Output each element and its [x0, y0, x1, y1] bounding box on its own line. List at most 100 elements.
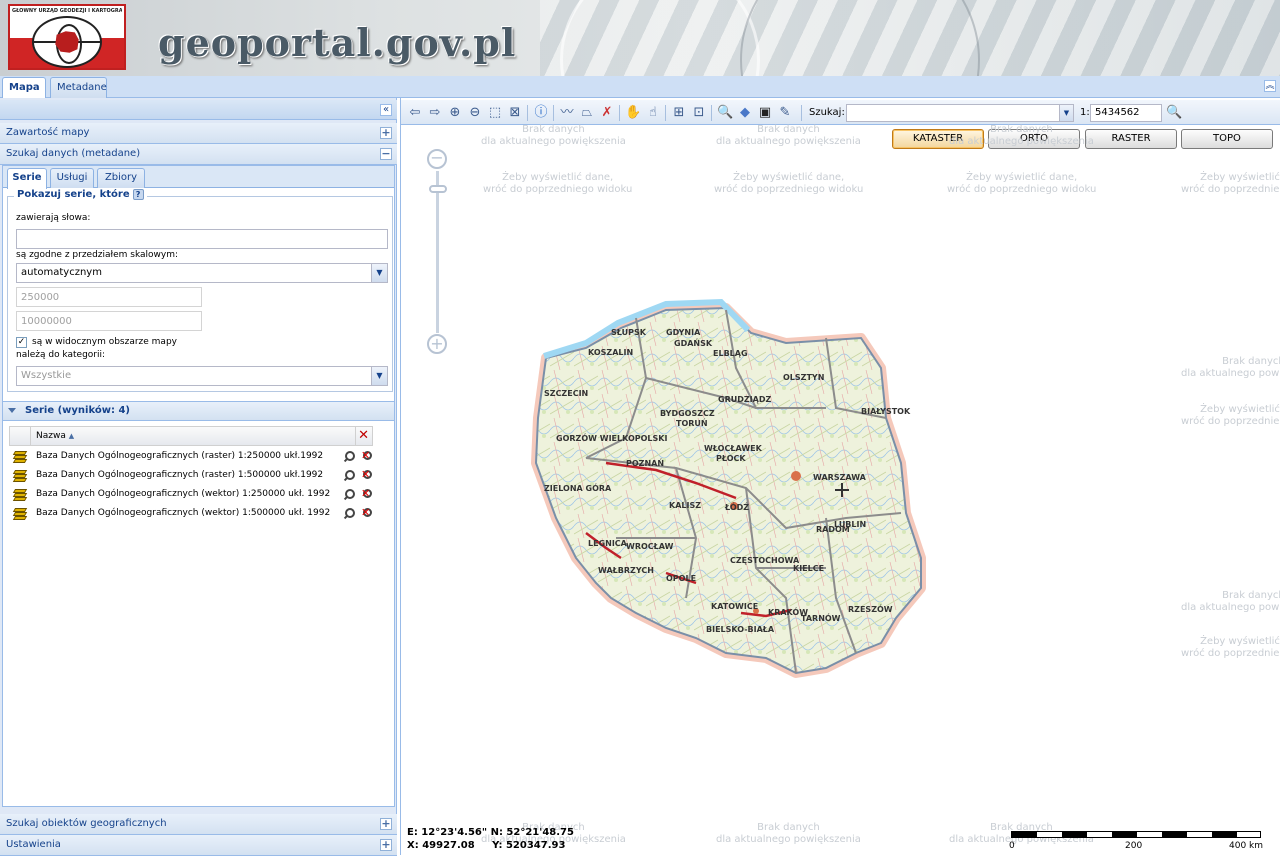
layer-topo-button[interactable]: TOPO	[1181, 129, 1273, 149]
accordion-map-contents[interactable]: Zawartość mapy +	[0, 123, 397, 144]
xy-coordinates: X: 49927.08 Y: 520347.93	[407, 840, 566, 851]
print-pen-icon[interactable]: ✎	[777, 105, 793, 121]
collapse-triangle-icon[interactable]	[8, 408, 16, 413]
tab-mapa[interactable]: Mapa	[2, 77, 46, 99]
collapse-left-icon[interactable]: «	[380, 104, 392, 116]
zoom-to-icon[interactable]	[343, 508, 355, 519]
category-select[interactable]: Wszystkie ▼	[16, 366, 388, 386]
3d-view-icon[interactable]: ◆	[737, 105, 753, 121]
help-icon[interactable]: ?	[132, 189, 144, 200]
city-label: RZESZÓW	[848, 603, 893, 614]
collapse-header-icon[interactable]: ︽	[1264, 80, 1276, 92]
column-name-header[interactable]: Nazwa ▲	[30, 427, 356, 445]
back-view-notice: Żeby wyświetlić dane,wróć do poprzednieg…	[947, 172, 1097, 195]
zoom-out-icon[interactable]: ⊖	[467, 105, 483, 121]
zoom-to-icon[interactable]	[343, 489, 355, 500]
tab-metadane[interactable]: Metadane	[50, 77, 107, 98]
city-label: KALISZ	[669, 501, 701, 510]
chevron-down-icon[interactable]: ▼	[371, 367, 387, 385]
accordion-search-data[interactable]: Szukaj danych (metadane) −	[0, 144, 397, 165]
save-icon[interactable]: ▣	[757, 105, 773, 121]
measure-area-icon[interactable]: ⏢	[579, 105, 595, 121]
series-name: Baza Danych Ogólnogeograficznych (wektor…	[36, 489, 331, 499]
full-extent-icon[interactable]: ⊠	[507, 105, 523, 121]
no-data-notice: Brak danychdla aktualnego powiększenia	[716, 822, 861, 845]
results-header[interactable]: Serie (wyników: 4)	[3, 401, 394, 421]
scale-max-input[interactable]	[16, 311, 202, 331]
poland-map[interactable]: SŁUPSK GDYNIA GDAŃSK KOSZALIN ELBLĄG OLS…	[526, 298, 946, 688]
city-label: GORZÓW WIELKOPOLSKI	[556, 432, 667, 443]
city-label: OLSZTYN	[783, 373, 824, 382]
table-row[interactable]: Baza Danych Ogólnogeograficznych (raster…	[9, 467, 373, 486]
measure-line-icon[interactable]: 〰	[559, 105, 575, 121]
zoom-in-button[interactable]: +	[427, 334, 447, 354]
back-view-notice: Żeby wyświetlić dane,wróć do poprzednieg…	[1181, 172, 1280, 195]
chevron-down-icon[interactable]: ▼	[371, 264, 387, 282]
column-name-label: Nazwa	[36, 431, 66, 441]
search-data-panel: Serie Usługi Zbiory Pokazuj serie, które…	[2, 165, 395, 807]
info-icon[interactable]: ⓘ	[533, 105, 549, 121]
map-toolbar: ⇦ ⇨ ⊕ ⊖ ⬚ ⊠ ⓘ 〰 ⏢ ✗ ✋ ☝ ⊞ ⊡ 🔍 ◆ ▣ ✎ Szuk…	[401, 100, 1280, 125]
expand-icon[interactable]: +	[380, 818, 392, 830]
remove-zoom-icon[interactable]	[360, 506, 373, 520]
layers-icon	[12, 451, 28, 463]
tab-zbiory[interactable]: Zbiory	[97, 168, 145, 188]
city-label: GRUDZIĄDZ	[718, 395, 771, 404]
filter-fieldset: Pokazuj serie, które? zawierają słowa: s…	[7, 189, 393, 392]
scale-mode-select[interactable]: automatycznym ▼	[16, 263, 388, 283]
toolbar-separator	[527, 105, 528, 121]
city-label: PŁOCK	[716, 454, 746, 463]
site-title: geoportal.gov.pl	[158, 20, 517, 65]
remove-zoom-icon[interactable]	[360, 487, 373, 501]
no-data-notice: Brak danychdla aktualnego powiększenia	[716, 124, 861, 147]
zoom-to-icon[interactable]	[343, 470, 355, 481]
gugik-logo[interactable]: GŁÓWNY URZĄD GEODEZJI I KARTOGRAFII	[8, 4, 126, 70]
scale-go-icon[interactable]: 🔍	[1166, 105, 1182, 121]
table-row[interactable]: Baza Danych Ogólnogeograficznych (wektor…	[9, 486, 373, 505]
search-label: Szukaj:	[809, 107, 845, 118]
zoom-box-icon[interactable]: ⬚	[487, 105, 503, 121]
expand-icon[interactable]: +	[380, 839, 392, 851]
layer-raster-button[interactable]: RASTER	[1085, 129, 1177, 149]
words-input[interactable]	[16, 229, 388, 249]
table-row[interactable]: Baza Danych Ogólnogeograficznych (wektor…	[9, 505, 373, 524]
back-arrow-icon[interactable]: ⇦	[407, 105, 423, 121]
map-search-combo[interactable]: ▼	[846, 104, 1074, 122]
toolbar-separator	[619, 105, 620, 121]
remove-zoom-icon[interactable]	[360, 468, 373, 482]
table-row[interactable]: Baza Danych Ogólnogeograficznych (raster…	[9, 448, 373, 467]
grid-header: Nazwa ▲ ✕	[9, 426, 373, 446]
zoom-in-icon[interactable]: ⊕	[447, 105, 463, 121]
collapse-icon[interactable]: −	[380, 148, 392, 160]
chevron-down-icon[interactable]: ▼	[1059, 105, 1073, 121]
tab-serie[interactable]: Serie	[7, 168, 47, 189]
zoom-to-icon[interactable]	[343, 451, 355, 462]
scale-input[interactable]: 5434562	[1090, 104, 1162, 122]
forward-arrow-icon[interactable]: ⇨	[427, 105, 443, 121]
add-service-icon[interactable]: ⊡	[691, 105, 707, 121]
pan-hand-icon[interactable]: ✋	[625, 105, 641, 121]
city-label: LEGNICA	[588, 539, 628, 548]
filter-legend-text: Pokazuj serie, które	[17, 189, 130, 200]
city-label: BIAŁYSTOK	[861, 407, 911, 416]
hand-select-icon[interactable]: ☝	[645, 105, 661, 121]
scale-bar: 0 200 400 km	[1009, 831, 1265, 855]
map-panel[interactable]: ⇦ ⇨ ⊕ ⊖ ⬚ ⊠ ⓘ 〰 ⏢ ✗ ✋ ☝ ⊞ ⊡ 🔍 ◆ ▣ ✎ Szuk…	[400, 98, 1280, 855]
accordion-label: Zawartość mapy	[6, 127, 90, 138]
city-label: OPOLE	[666, 574, 696, 583]
clear-measure-icon[interactable]: ✗	[599, 105, 615, 121]
scale-min-input[interactable]	[16, 287, 202, 307]
zoom-out-button[interactable]: −	[427, 149, 447, 169]
accordion-search-geo[interactable]: Szukaj obiektów geograficznych +	[0, 814, 397, 835]
clear-results-icon[interactable]: ✕	[358, 429, 369, 443]
tab-uslugi[interactable]: Usługi	[50, 168, 94, 188]
accordion-settings[interactable]: Ustawienia +	[0, 835, 397, 856]
city-label: KIELCE	[793, 564, 824, 573]
add-layer-icon[interactable]: ⊞	[671, 105, 687, 121]
expand-icon[interactable]: +	[380, 127, 392, 139]
search-zoom-icon[interactable]: 🔍	[717, 105, 733, 121]
zoom-slider-thumb[interactable]	[429, 185, 447, 193]
visible-area-checkbox[interactable]: ✓	[16, 337, 27, 348]
zoom-slider-track[interactable]	[436, 171, 439, 333]
remove-zoom-icon[interactable]	[360, 449, 373, 463]
